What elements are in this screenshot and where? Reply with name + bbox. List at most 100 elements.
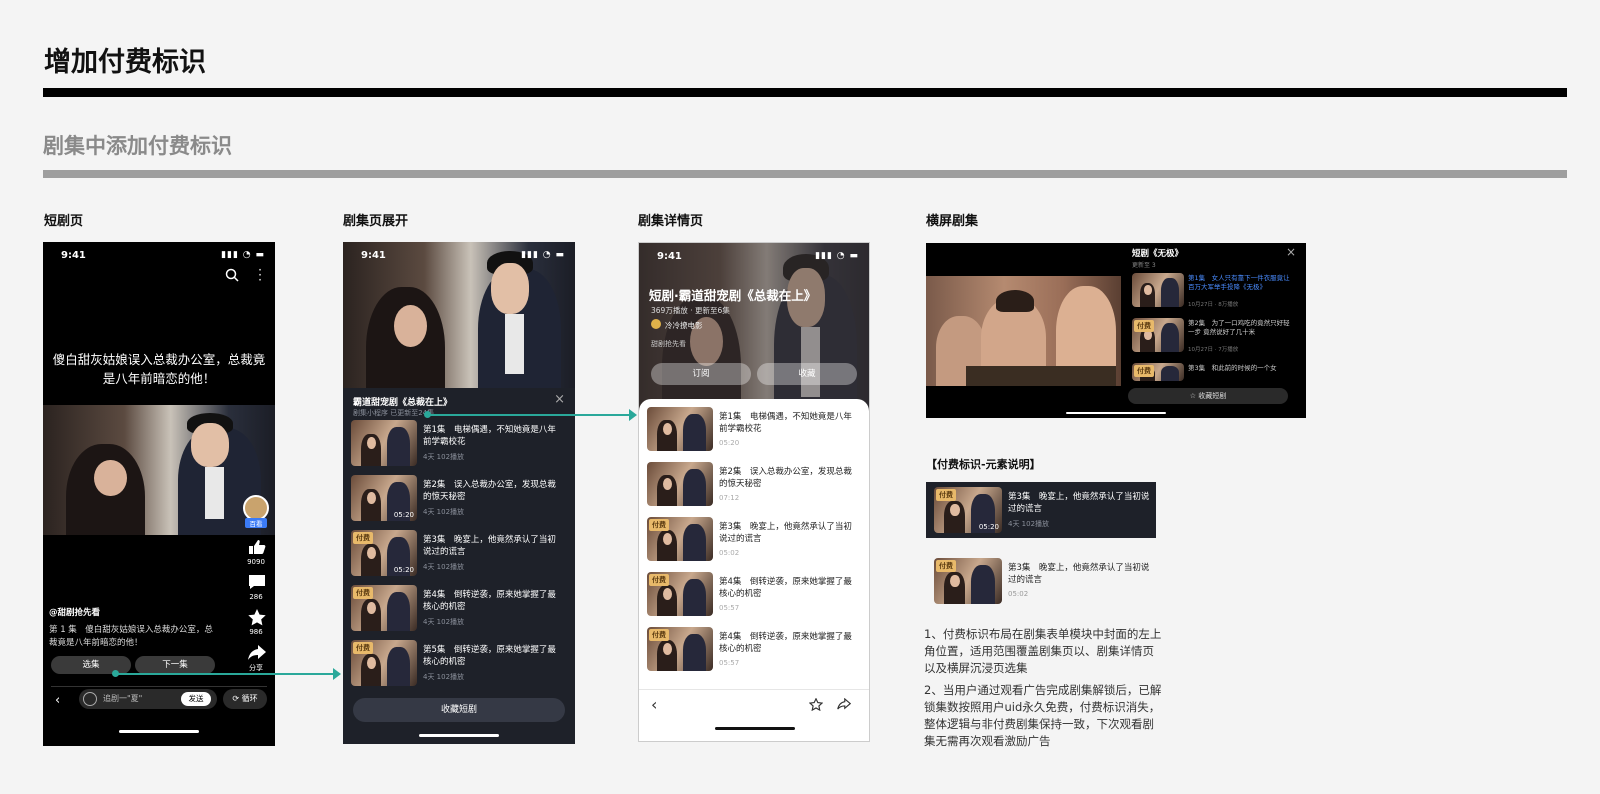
share-label: 分享 [249,664,263,672]
phone-short-drama: 9:41 ▮▮▮ ◔ ▬ · · · 傻白甜灰姑娘误入总裁办公室，总裁竟是八年前暗恋… [43,242,275,746]
home-indicator [419,734,499,737]
star-icon[interactable] [248,609,266,626]
episode-title: 第3集 晚宴上，他竟然承认了当初说过的谎言 [423,535,556,557]
status-time: 9:41 [361,250,386,261]
episode-meta: 4天 102播放 [423,563,465,571]
loop-label: 循环 [241,694,258,703]
signal-icons: ▮▮▮ ◔ ▬ [521,250,565,260]
paid-badge: 付费 [353,642,373,654]
episode-title: 第2集 误入总裁办公室，发现总裁的惊天秘密 [719,467,852,489]
duration: 05:20 [978,523,999,531]
star-icon: ☆ [1189,392,1199,400]
search-icon[interactable] [225,268,239,282]
episode-meta: 05:57 [719,659,740,667]
landscape-episode-item[interactable]: 付费 第3集 和此前的时候的一个女 [1132,363,1298,381]
close-icon[interactable]: × [554,392,565,407]
landscape-episode-title: 第3集 和此前的时候的一个女 [1188,364,1277,372]
landscape-episode-item[interactable]: 第1集 女人只有靠下一件衣服竟让百万大军举手投降《无极》 10月27日 · 8万播… [1132,273,1298,311]
episode-thumbnail: 付费 [351,640,417,686]
back-icon[interactable]: ‹ [651,695,657,714]
star-outline-icon[interactable] [809,698,823,711]
episode-list-item[interactable]: 付费 第4集 倒转逆袭，原来她掌握了最核心的机密 4天 102播放 [351,585,567,635]
column-label-landscape: 横屏剧集 [926,214,979,229]
episode-title: 第4集 倒转逆袭，原来她掌握了最核心的机密 [423,590,556,612]
episode-thumbnail [647,462,713,506]
landscape-episode-meta: 10月27日 · 7万播放 [1188,347,1239,353]
episode-list-item[interactable]: 第1集 电梯偶遇，不知她竟是八年前学霸校花 4天 102播放 [351,420,567,470]
episode-list-item[interactable]: 付费 第4集 倒转逆袭，原来她掌握了最核心的机密 05:57 [647,627,861,677]
video-frame[interactable] [43,405,275,535]
loop-button[interactable]: ⟳ 循环 [223,689,267,709]
episode-thumbnail [1132,273,1184,307]
section-divider [43,170,1567,178]
status-bar: 9:41 ▮▮▮ ◔ ▬ [639,243,869,267]
episode-thumbnail: 付费 [647,572,713,616]
episode-meta: 05:02 [719,549,740,557]
landscape-episode-item[interactable]: 付费 第2集 为了一口鸡吃的竟然只好轻一步 竟然说好了几十米 10月27日 · 7万… [1132,318,1298,356]
close-icon[interactable]: × [1286,245,1296,259]
drama-title: 短剧·霸道甜宠剧《总裁在上》 [649,288,817,303]
status-time: 9:41 [61,250,86,261]
subscribe-button[interactable]: 订阅 [651,363,751,385]
follow-badge[interactable]: 百看 [245,518,267,528]
share-icon[interactable] [248,645,266,660]
episode-list-item[interactable]: 第2集 误入总裁办公室，发现总裁的惊天秘密 07:12 [647,462,861,512]
arrow-head [333,668,341,680]
episode-thumbnail: 付费 [934,558,1002,604]
video-caption: 傻白甜灰姑娘误入总裁办公室，总裁竟是八年前暗恋的他！ [52,352,266,386]
next-episode-button[interactable]: 下一集 [135,656,215,674]
home-indicator [715,727,795,730]
episode-title: 第3集 晚宴上，他竟然承认了当初说过的谎言 [719,522,852,544]
home-indicator [1066,412,1166,414]
collect-button[interactable]: 收藏 [757,363,857,385]
episode-list-item[interactable]: 05:20 第2集 误入总裁办公室，发现总裁的惊天秘密 4天 102播放 [351,475,567,525]
author-name[interactable]: 冷冷撩电影 [665,320,703,331]
episode-list-item[interactable]: 付费 第4集 倒转逆袭，原来她掌握了最核心的机密 05:57 [647,572,861,622]
landscape-collect-button[interactable]: ☆ 收藏短剧 [1128,388,1288,404]
connector-arrow [118,673,338,675]
back-icon[interactable]: ‹ [55,693,60,708]
duration: 05:20 [393,566,414,574]
favorite-count: 986 [249,628,263,636]
episode-thumbnail [647,407,713,451]
episode-meta: 4天 102播放 [423,618,465,626]
episode-thumbnail: 付费 [647,517,713,561]
drama-subtitle: 369万播放 · 更新至6集 [651,306,730,315]
paid-badge: 付费 [649,574,669,586]
loop-icon: ⟳ [232,694,242,703]
paid-badge: 付费 [1134,320,1154,332]
paid-badge: 付费 [1134,365,1154,377]
share-icon[interactable] [837,698,851,710]
send-button[interactable]: 发送 [181,692,211,706]
episode-title: 第2集 误入总裁办公室，发现总裁的惊天秘密 [423,480,556,502]
episode-title: 第5集 倒转逆袭，原来她掌握了最核心的机密 [423,645,556,667]
comment-icon[interactable] [248,574,266,590]
sample-meta: 05:02 [1008,590,1029,598]
phone-episode-detail: 9:41 ▮▮▮ ◔ ▬ 短剧·霸道甜宠剧《总裁在上》 369万播放 · 更新至… [638,242,870,742]
landscape-collect-label: 收藏短剧 [1198,392,1227,400]
episode-list-item[interactable]: 付费 第5集 倒转逆袭，原来她掌握了最核心的机密 4天 102播放 [351,640,567,690]
landscape-subtitle: 更新至 3 [1132,262,1156,269]
landscape-episode-meta: 10月27日 · 8万播放 [1188,302,1239,308]
section-title: 剧集中添加付费标识 [43,134,232,158]
column-label-episode-detail: 剧集详情页 [638,214,704,229]
episode-list-item[interactable]: 付费 05:20 第3集 晚宴上，他竟然承认了当初说过的谎言 4天 102播放 [351,530,567,580]
episode-list-item[interactable]: 第1集 电梯偶遇，不知她竟是八年前学霸校花 05:20 [647,407,861,457]
arrow-head [629,409,637,421]
author-handle[interactable]: @甜剧抢先看 [49,606,100,618]
select-episode-button[interactable]: 选集 [51,656,131,674]
episode-list-item[interactable]: 付费 第3集 晚宴上，他竟然承认了当初说过的谎言 05:02 [647,517,861,567]
signal-icons: ▮▮▮ ◔ ▬ [221,250,265,260]
phone-episode-panel: 9:41 ▮▮▮ ◔ ▬ 霸道甜宠剧《总裁在上》 剧集小程序 已更新至24集 ×… [343,242,575,744]
column-label-short-drama: 短剧页 [44,214,84,229]
episode-thumbnail: 05:20 [351,475,417,521]
collect-drama-button[interactable]: 收藏短剧 [353,698,565,722]
like-icon[interactable] [248,539,266,555]
episode-meta: 05:57 [719,604,740,612]
divider [51,686,267,687]
landscape-video-frame[interactable] [926,276,1121,386]
comment-input[interactable]: 追剧一"夏" 发送 [79,689,217,709]
more-icon[interactable]: · · · [257,264,263,286]
duration: 05:20 [393,511,414,519]
emoji-icon[interactable] [83,692,97,706]
